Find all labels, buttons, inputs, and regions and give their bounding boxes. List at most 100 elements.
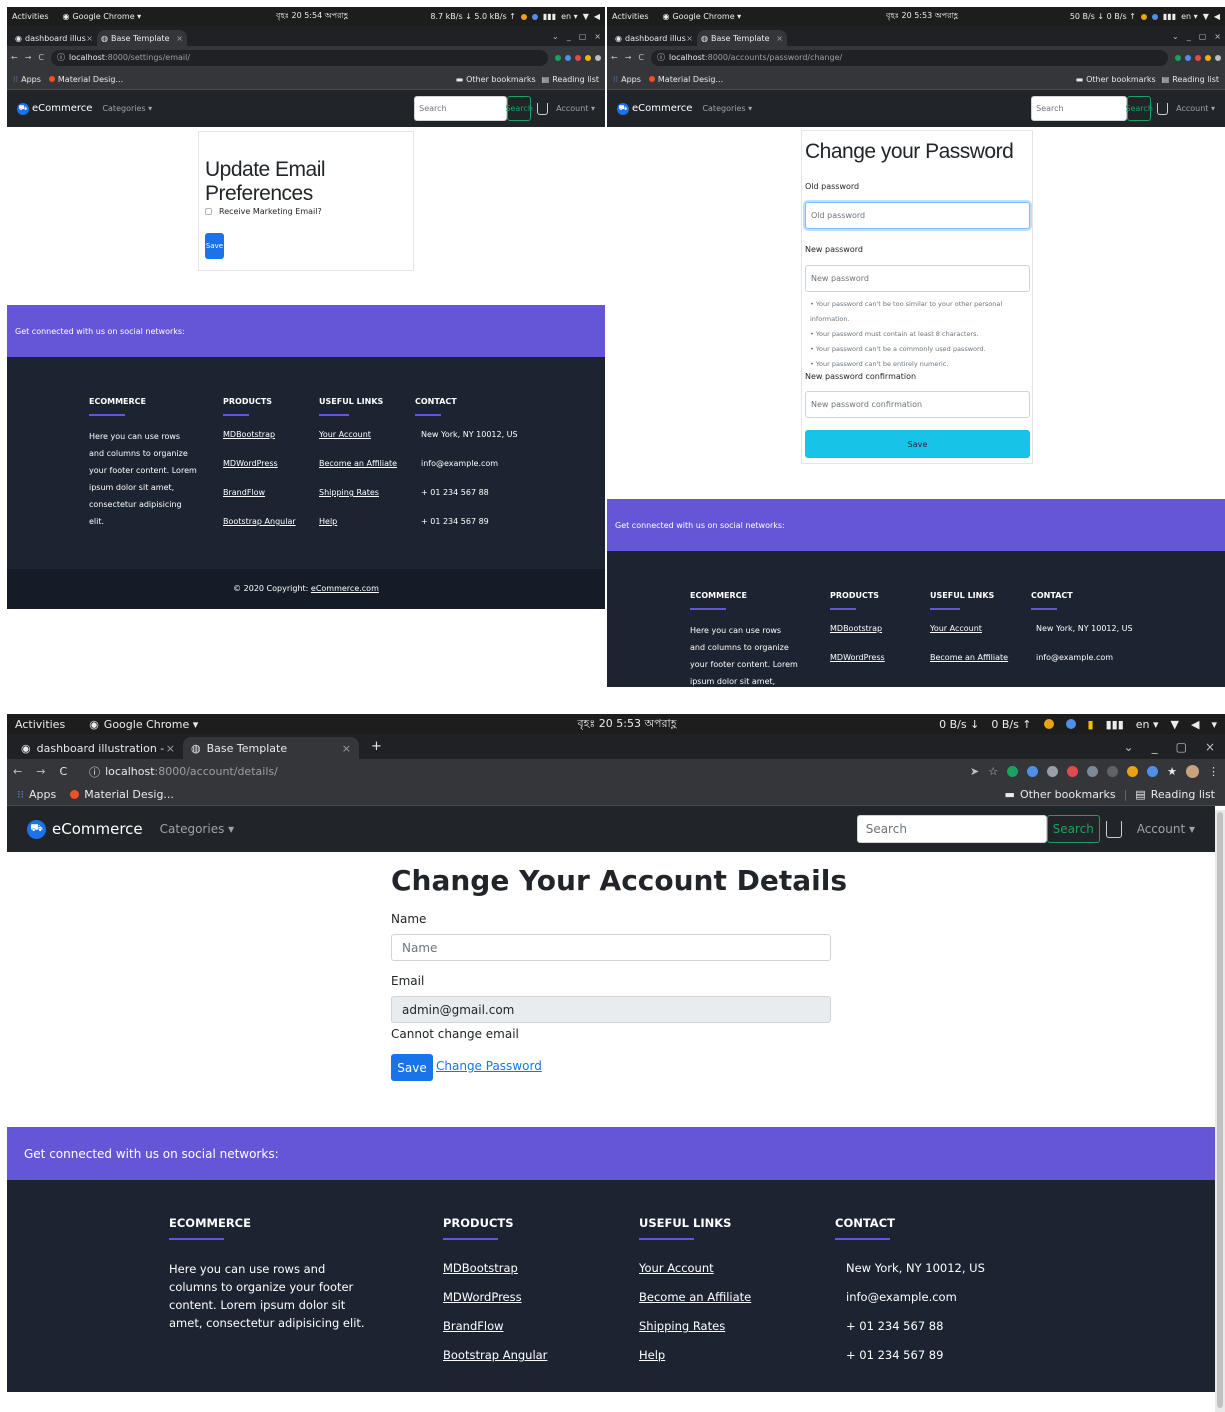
account-dropdown[interactable]: Account ▾ bbox=[1137, 822, 1195, 836]
close-tab-icon[interactable]: × bbox=[86, 34, 93, 43]
tab-dashboard[interactable]: ◉ dashboard illustration - C × bbox=[11, 30, 97, 46]
search-button[interactable]: Search bbox=[1125, 96, 1153, 121]
reading-list[interactable]: Reading list bbox=[552, 75, 599, 84]
extension-icon[interactable] bbox=[1175, 54, 1181, 61]
back-icon[interactable]: ← bbox=[13, 765, 22, 778]
tab-search-icon[interactable]: ⌄ bbox=[552, 32, 559, 41]
footer-link-affiliate[interactable]: Become an Affiliate bbox=[319, 449, 409, 478]
extension-icon[interactable] bbox=[1205, 54, 1211, 61]
brand-link[interactable]: ⛟ eCommerce bbox=[617, 102, 692, 115]
name-input[interactable]: Name bbox=[391, 934, 831, 961]
reload-icon[interactable]: C bbox=[59, 765, 67, 778]
forward-icon[interactable]: → bbox=[25, 53, 32, 62]
reload-icon[interactable]: C bbox=[638, 53, 644, 62]
search-input[interactable]: Search bbox=[856, 815, 1047, 843]
footer-link-mdbootstrap[interactable]: MDBootstrap bbox=[830, 614, 910, 643]
search-input[interactable]: Search bbox=[414, 96, 508, 121]
bookmark-material[interactable]: Material Desig... bbox=[84, 788, 174, 801]
new-password-input[interactable]: New password bbox=[805, 265, 1030, 292]
extension-icon[interactable] bbox=[555, 54, 561, 61]
footer-link-mdwordpress[interactable]: MDWordPress bbox=[830, 643, 910, 672]
minimize-icon[interactable]: _ bbox=[567, 32, 571, 41]
profile-avatar[interactable] bbox=[1186, 765, 1199, 778]
language-indicator[interactable]: en ▾ bbox=[561, 12, 578, 21]
close-window-icon[interactable]: × bbox=[1205, 740, 1215, 754]
save-button[interactable]: Save bbox=[805, 430, 1030, 458]
new-tab-button[interactable]: + bbox=[193, 32, 200, 41]
close-window-icon[interactable]: × bbox=[594, 32, 601, 41]
tab-search-icon[interactable]: ⌄ bbox=[1124, 740, 1134, 754]
bookmark-apps[interactable]: Apps bbox=[21, 75, 41, 84]
restore-icon[interactable]: ▢ bbox=[1199, 32, 1207, 41]
activities-button[interactable]: Activities bbox=[12, 12, 49, 21]
power-menu-icon[interactable]: ▾ bbox=[1211, 718, 1217, 731]
categories-dropdown[interactable]: Categories ▾ bbox=[702, 104, 752, 113]
footer-link-help[interactable]: Help bbox=[319, 507, 409, 536]
forward-icon[interactable]: → bbox=[36, 765, 45, 778]
cart-icon[interactable] bbox=[537, 102, 549, 115]
close-window-icon[interactable]: × bbox=[1214, 32, 1221, 41]
new-tab-button[interactable]: + bbox=[793, 32, 800, 41]
footer-link-affiliate[interactable]: Become an Affiliate bbox=[639, 1283, 799, 1312]
footer-link-help[interactable]: Help bbox=[639, 1341, 799, 1370]
other-bookmarks[interactable]: Other bookmarks bbox=[1086, 75, 1156, 84]
tab-base-template[interactable]: ◍ Base Template × bbox=[697, 30, 787, 46]
categories-dropdown[interactable]: Categories ▾ bbox=[102, 104, 152, 113]
reading-list[interactable]: Reading list bbox=[1172, 75, 1219, 84]
close-tab-icon[interactable]: × bbox=[342, 742, 351, 755]
activities-button[interactable]: Activities bbox=[612, 12, 649, 21]
cast-icon[interactable]: ➤ bbox=[970, 765, 979, 778]
bookmark-star-icon[interactable]: ☆ bbox=[988, 765, 998, 778]
page-scrollbar[interactable] bbox=[1215, 810, 1225, 1412]
old-password-input[interactable]: Old password bbox=[805, 202, 1030, 229]
footer-link-shipping[interactable]: Shipping Rates bbox=[319, 478, 409, 507]
save-button[interactable]: Save bbox=[205, 233, 224, 259]
account-dropdown[interactable]: Account ▾ bbox=[556, 104, 595, 113]
clock[interactable]: বৃহঃ 20 5:53 অপরাহ্ণ bbox=[886, 10, 958, 23]
categories-dropdown[interactable]: Categories ▾ bbox=[160, 822, 235, 836]
back-icon[interactable]: ← bbox=[11, 53, 18, 62]
minimize-icon[interactable]: _ bbox=[1187, 32, 1191, 41]
extensions-puzzle-icon[interactable]: ★ bbox=[1167, 765, 1177, 778]
account-dropdown[interactable]: Account ▾ bbox=[1176, 104, 1215, 113]
clock[interactable]: বৃহঃ 20 5:54 অপরাহ্ণ bbox=[276, 10, 348, 23]
tab-base-template[interactable]: ◍ Base Template × bbox=[183, 737, 359, 759]
footer-link-your-account[interactable]: Your Account bbox=[930, 614, 1020, 643]
footer-link-mdwordpress[interactable]: MDWordPress bbox=[223, 449, 303, 478]
bookmark-apps[interactable]: Apps bbox=[29, 788, 56, 801]
tab-dashboard[interactable]: ◉ dashboard illustration - C × bbox=[13, 737, 183, 759]
email-input[interactable]: admin@gmail.com bbox=[391, 996, 831, 1023]
extension-icon[interactable] bbox=[1107, 766, 1119, 777]
footer-link-affiliate[interactable]: Become an Affiliate bbox=[930, 643, 1020, 672]
bookmark-material[interactable]: Material Desig... bbox=[658, 75, 723, 84]
brand-link[interactable]: ⛟ eCommerce bbox=[27, 819, 143, 839]
app-menu[interactable]: Google Chrome ▾ bbox=[104, 718, 198, 731]
reading-list[interactable]: Reading list bbox=[1151, 788, 1215, 801]
extension-icon[interactable] bbox=[1047, 766, 1059, 777]
language-indicator[interactable]: en ▾ bbox=[1181, 12, 1198, 21]
chrome-menu-icon[interactable]: ⋮ bbox=[1208, 765, 1219, 778]
close-tab-icon[interactable]: × bbox=[166, 742, 175, 755]
extension-icon[interactable] bbox=[585, 54, 591, 61]
clock[interactable]: বৃহঃ 20 5:53 অপরাহ্ণ bbox=[578, 715, 677, 734]
profile-avatar[interactable] bbox=[595, 54, 601, 61]
cart-icon[interactable] bbox=[1105, 820, 1122, 838]
extension-icon[interactable] bbox=[1147, 766, 1159, 777]
address-bar[interactable]: ⓘ localhost:8000/settings/email/ bbox=[51, 49, 548, 66]
address-bar[interactable]: ⓘ localhost:8000/account/details/ bbox=[81, 761, 957, 782]
extension-icon[interactable] bbox=[1027, 766, 1039, 777]
extension-icon[interactable] bbox=[1185, 54, 1191, 61]
other-bookmarks[interactable]: Other bookmarks bbox=[466, 75, 536, 84]
scrollbar-thumb[interactable] bbox=[1217, 812, 1223, 1408]
marketing-checkbox[interactable] bbox=[205, 208, 212, 215]
brand-link[interactable]: ⛟ eCommerce bbox=[17, 102, 92, 115]
save-button[interactable]: Save bbox=[391, 1054, 433, 1081]
confirm-password-input[interactable]: New password confirmation bbox=[805, 391, 1030, 418]
back-icon[interactable]: ← bbox=[611, 53, 618, 62]
tab-search-icon[interactable]: ⌄ bbox=[1172, 32, 1179, 41]
extension-icon[interactable] bbox=[565, 54, 571, 61]
cart-icon[interactable] bbox=[1157, 102, 1169, 115]
bookmark-apps[interactable]: Apps bbox=[621, 75, 641, 84]
profile-avatar[interactable] bbox=[1215, 54, 1221, 61]
new-tab-button[interactable]: + bbox=[371, 739, 382, 754]
